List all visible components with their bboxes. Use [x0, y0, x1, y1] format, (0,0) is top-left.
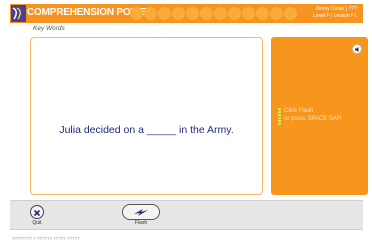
bottom-toolbar: Quit Flash: [10, 200, 363, 230]
quit-button[interactable]: [30, 205, 44, 219]
decor-dot: [200, 7, 213, 20]
section-subtitle: Key Words: [33, 25, 65, 32]
user-name: Jimmy Coder | ???: [315, 6, 357, 12]
header-decoration: [130, 5, 298, 22]
sentence-blank: _____: [146, 124, 177, 136]
instruction: Click Flash or press SPACE BAR: [278, 107, 341, 125]
decor-dot: [270, 7, 283, 20]
close-icon: [33, 209, 41, 217]
decor-dot: [214, 7, 227, 20]
decor-dot: [242, 7, 255, 20]
speaker-icon[interactable]: [352, 44, 362, 54]
decor-dot: [284, 7, 297, 20]
flash-button[interactable]: [122, 204, 160, 220]
flash-label: Flash: [134, 220, 148, 226]
sentence-text: Julia decided on a _____ in the Army.: [31, 124, 262, 136]
decor-dot: [172, 7, 185, 20]
instruction-line-1: Click Flash: [284, 108, 314, 114]
user-info: Jimmy Coder | ??? Level F | Lesson F1: [313, 6, 357, 20]
instruction-panel: Click Flash or press SPACE BAR: [271, 37, 368, 195]
instruction-text: Click Flash or press SPACE BAR: [284, 107, 341, 125]
instruction-line-2: or press SPACE BAR: [284, 116, 342, 122]
decor-dot: [144, 7, 157, 20]
decor-dot: [256, 7, 269, 20]
logo-icon: [11, 5, 26, 22]
decor-dot: [228, 7, 241, 20]
speaker-glyph: [355, 47, 359, 52]
decor-dot: [130, 7, 143, 20]
decor-dot: [158, 7, 171, 20]
bars-icon: [278, 108, 281, 125]
sentence-end: in the Army.: [179, 124, 234, 136]
sentence-panel: Julia decided on a _____ in the Army.: [30, 37, 263, 195]
decor-dot: [186, 7, 199, 20]
sentence-start: Julia decided on a: [59, 124, 144, 136]
header-bar: COMPREHENSION POWER Jimmy Coder | ??? Le…: [10, 4, 363, 23]
footer-text: ???????? ? ?????? ????? ?????: [12, 236, 80, 241]
lesson-level: Level F | Lesson F1: [313, 13, 357, 19]
app-window: COMPREHENSION POWER Jimmy Coder | ??? Le…: [10, 4, 368, 232]
quit-label: Quit: [32, 220, 42, 226]
flash-icon: [134, 209, 148, 216]
